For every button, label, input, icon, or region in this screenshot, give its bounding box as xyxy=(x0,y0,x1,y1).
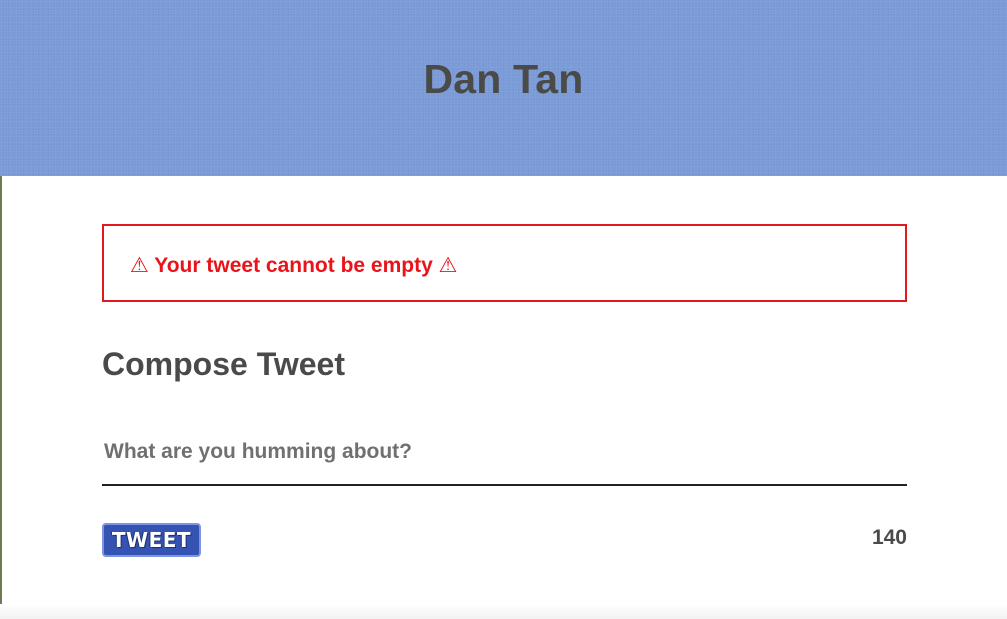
tweet-submit-button[interactable]: TWEET xyxy=(102,523,201,557)
error-banner: ⚠ Your tweet cannot be empty ⚠ xyxy=(102,224,907,302)
character-counter: 140 xyxy=(871,526,907,549)
tweet-input[interactable] xyxy=(102,420,907,486)
error-message: ⚠ Your tweet cannot be empty ⚠ xyxy=(130,254,458,277)
compose-tweet-title: Compose Tweet xyxy=(102,346,345,382)
profile-header: Dan Tan xyxy=(0,0,1007,176)
page: Dan Tan ⚠ Your tweet cannot be empty ⚠ C… xyxy=(0,0,1007,619)
profile-name: Dan Tan xyxy=(423,56,584,102)
bottom-shadow xyxy=(0,604,1007,619)
left-edge-divider xyxy=(0,176,2,619)
